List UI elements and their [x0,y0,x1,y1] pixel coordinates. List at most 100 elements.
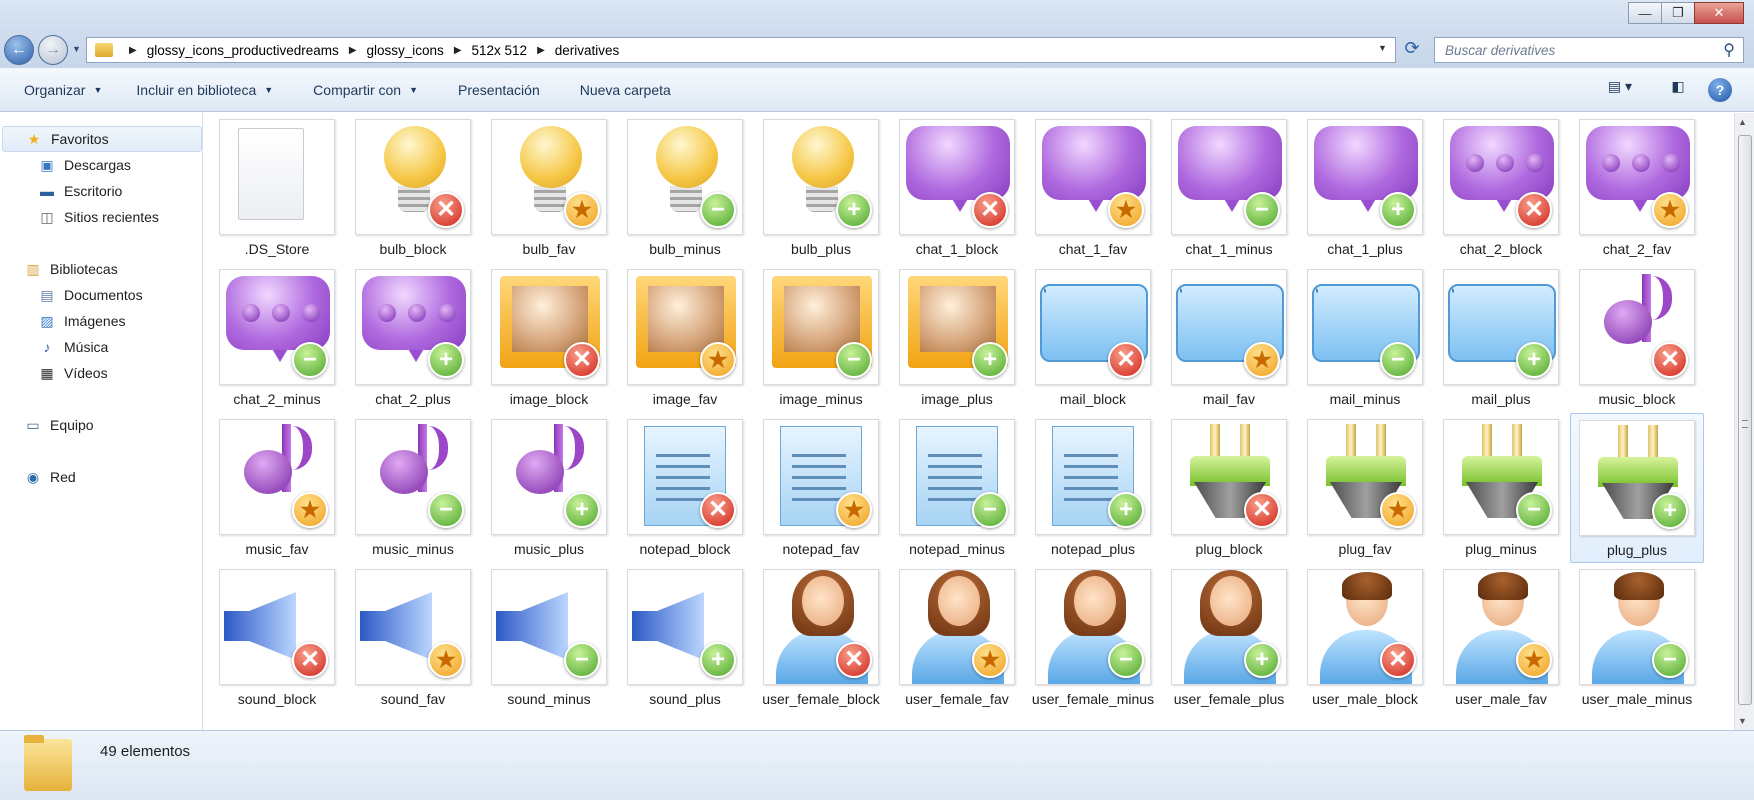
search-input[interactable]: Buscar derivatives ⚲ [1434,37,1744,63]
scroll-up-icon[interactable]: ▲ [1738,117,1747,127]
pictures-icon: ▨ [40,312,54,329]
file-item[interactable]: − sound_minus [482,563,616,713]
file-item[interactable]: − mail_minus [1298,263,1432,413]
file-item[interactable]: ✕ user_female_block [754,563,888,713]
address-dropdown-icon[interactable]: ▼ [1378,43,1387,53]
breadcrumb-item[interactable]: 512x 512 [472,43,528,58]
folder-icon [24,735,72,791]
sidebar-item-favoritos[interactable]: ★ Favoritos [2,126,202,152]
file-name: sound_block [237,691,317,707]
breadcrumb-item[interactable]: glossy_icons [367,43,444,58]
preview-pane-icon[interactable]: ◧ [1666,78,1690,95]
chevron-right-icon[interactable]: ▶ [454,45,462,56]
file-item[interactable]: ✕ bulb_block [346,113,480,263]
sidebar-item-musica[interactable]: ♪ Música [38,334,109,360]
breadcrumb-item[interactable]: glossy_icons_productivedreams [147,43,339,58]
plus-badge-icon: + [836,192,872,228]
file-thumbnail: ✕ [763,569,879,685]
sidebar-item-imagenes[interactable]: ▨ Imágenes [38,308,125,334]
view-options-icon[interactable]: ▤ ▾ [1598,78,1642,95]
file-item[interactable]: + plug_plus [1570,413,1704,563]
chevron-right-icon[interactable]: ▶ [129,45,137,56]
file-item[interactable]: − user_female_minus [1026,563,1160,713]
back-button[interactable]: ← [4,35,34,65]
sidebar-item-sitios-recientes[interactable]: ◫ Sitios recientes [38,204,159,230]
file-item[interactable]: + chat_1_plus [1298,113,1432,263]
file-item[interactable]: ★ bulb_fav [482,113,616,263]
vertical-scrollbar[interactable]: ▲ ▼ [1734,113,1754,730]
plug-prong [1210,424,1220,458]
compartir-menu[interactable]: Compartir con ▼ [313,82,418,98]
sidebar-item-descargas[interactable]: ▣ Descargas [38,152,131,178]
file-item[interactable]: ✕ user_male_block [1298,563,1432,713]
file-item[interactable]: ✕ plug_block [1162,413,1296,563]
scrollbar-thumb[interactable] [1738,135,1752,705]
file-item[interactable]: ✕ notepad_block [618,413,752,563]
file-item[interactable]: ★ user_female_fav [890,563,1024,713]
sidebar-item-documentos[interactable]: ▤ Documentos [38,282,142,308]
incluir-menu[interactable]: Incluir en biblioteca ▼ [136,82,273,98]
file-item[interactable]: − notepad_minus [890,413,1024,563]
file-item[interactable]: + notepad_plus [1026,413,1160,563]
forward-button[interactable]: → [38,35,68,65]
file-item[interactable]: ✕ sound_block [210,563,344,713]
file-item[interactable]: − bulb_minus [618,113,752,263]
file-item[interactable]: .DS_Store [210,113,344,263]
file-item[interactable]: ★ chat_1_fav [1026,113,1160,263]
file-item[interactable]: ★ user_male_fav [1434,563,1568,713]
nueva-carpeta-button[interactable]: Nueva carpeta [580,82,671,98]
block-badge-icon: ✕ [1380,642,1416,678]
file-item[interactable]: + user_female_plus [1162,563,1296,713]
file-item[interactable]: ★ chat_2_fav [1570,113,1704,263]
file-item[interactable]: ✕ music_block [1570,263,1704,413]
sidebar-label: Red [50,469,76,485]
file-item[interactable]: ★ music_fav [210,413,344,563]
file-item[interactable]: + image_plus [890,263,1024,413]
organizar-menu[interactable]: Organizar ▼ [24,82,102,98]
chevron-right-icon[interactable]: ▶ [349,45,357,56]
file-item[interactable]: ★ mail_fav [1162,263,1296,413]
file-item[interactable]: ★ plug_fav [1298,413,1432,563]
file-item[interactable]: − image_minus [754,263,888,413]
sidebar-item-equipo[interactable]: ▭ Equipo [24,412,93,438]
maximize-button[interactable]: ❐ [1661,2,1695,24]
file-item[interactable]: + sound_plus [618,563,752,713]
sidebar-item-bibliotecas[interactable]: ▥ Bibliotecas [24,256,117,282]
recent-pages-dropdown-icon[interactable]: ▼ [72,44,81,54]
file-item[interactable]: ✕ chat_2_block [1434,113,1568,263]
file-item[interactable]: − plug_minus [1434,413,1568,563]
file-item[interactable]: ★ sound_fav [346,563,480,713]
sidebar-item-videos[interactable]: ▦ Vídeos [38,360,107,386]
minimize-button[interactable]: — [1628,2,1662,24]
sidebar-item-red[interactable]: ◉ Red [24,464,76,490]
chevron-right-icon[interactable]: ▶ [537,45,545,56]
file-item[interactable]: − user_male_minus [1570,563,1704,713]
refresh-icon[interactable]: ⟳ [1400,38,1424,62]
address-bar[interactable]: ▶ glossy_icons_productivedreams ▶ glossy… [86,37,1396,63]
file-item[interactable]: + bulb_plus [754,113,888,263]
help-icon[interactable]: ? [1708,78,1732,102]
file-item[interactable]: ✕ mail_block [1026,263,1160,413]
minus-badge-icon: − [1516,492,1552,528]
lightbulb-icon [384,126,446,188]
sidebar-item-escritorio[interactable]: ▬ Escritorio [38,178,122,204]
minus-badge-icon: − [1244,192,1280,228]
file-name: chat_2_plus [375,391,451,407]
presentacion-button[interactable]: Presentación [458,82,540,98]
scroll-down-icon[interactable]: ▼ [1738,716,1747,726]
file-item[interactable]: + music_plus [482,413,616,563]
file-item[interactable]: ★ image_fav [618,263,752,413]
file-item[interactable]: ✕ image_block [482,263,616,413]
file-item[interactable]: + chat_2_plus [346,263,480,413]
file-name: chat_1_plus [1327,241,1403,257]
file-item[interactable]: + mail_plus [1434,263,1568,413]
breadcrumb-item[interactable]: derivatives [555,43,620,58]
file-item[interactable]: ★ notepad_fav [754,413,888,563]
close-button[interactable]: ✕ [1694,2,1744,24]
search-icon[interactable]: ⚲ [1723,40,1735,60]
file-item[interactable]: ✕ chat_1_block [890,113,1024,263]
file-item[interactable]: − music_minus [346,413,480,563]
file-item[interactable]: − chat_1_minus [1162,113,1296,263]
minus-badge-icon: − [428,492,464,528]
file-item[interactable]: − chat_2_minus [210,263,344,413]
